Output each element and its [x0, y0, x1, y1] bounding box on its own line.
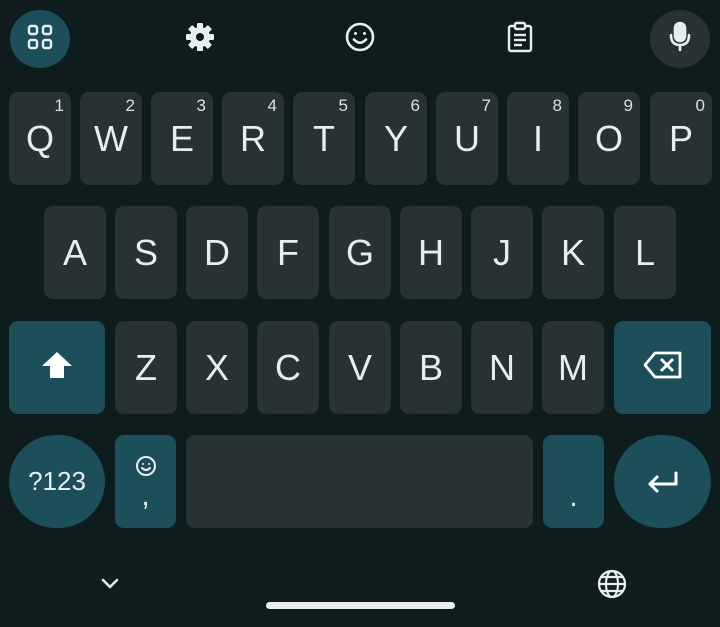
key-v[interactable]: V	[329, 321, 391, 414]
key-p[interactable]: P0	[650, 92, 712, 185]
key-l[interactable]: L	[614, 206, 676, 299]
key-s[interactable]: S	[115, 206, 177, 299]
key-number-hint: 9	[623, 96, 633, 115]
key-label: A	[62, 231, 87, 273]
key-label: J	[493, 231, 511, 273]
emoji-hint-icon	[135, 455, 157, 481]
key-label: P	[668, 117, 693, 159]
comma-key[interactable]: ,	[115, 435, 176, 528]
key-label: B	[418, 346, 443, 388]
key-label: E	[169, 117, 194, 159]
symbols-label: ?123	[28, 466, 86, 496]
clipboard-button[interactable]	[490, 10, 550, 68]
key-label: H	[418, 231, 444, 273]
key-x[interactable]: X	[186, 321, 248, 414]
microphone-icon	[668, 21, 692, 58]
key-label: U	[454, 117, 480, 159]
key-label: M	[558, 346, 588, 388]
key-number-hint: 3	[196, 96, 206, 115]
key-e[interactable]: E3	[151, 92, 213, 185]
key-u[interactable]: U7	[436, 92, 498, 185]
key-w[interactable]: W2	[80, 92, 142, 185]
key-label: V	[347, 346, 372, 388]
enter-arrow-icon	[646, 461, 680, 503]
key-q[interactable]: Q1	[9, 92, 71, 185]
key-a[interactable]: A	[44, 206, 106, 299]
comma-label: ,	[141, 478, 150, 512]
key-label: S	[133, 231, 158, 273]
key-n[interactable]: N	[471, 321, 533, 414]
key-r[interactable]: R4	[222, 92, 284, 185]
key-number-hint: 7	[481, 96, 491, 115]
shift-key[interactable]	[9, 321, 105, 414]
key-label: C	[275, 346, 301, 388]
symbols-key[interactable]: ?123	[9, 435, 105, 528]
globe-icon	[597, 569, 627, 604]
key-number-hint: 6	[410, 96, 420, 115]
spacebar[interactable]	[186, 435, 533, 528]
key-y[interactable]: Y6	[365, 92, 427, 185]
settings-button[interactable]	[170, 10, 230, 68]
backspace-key[interactable]	[614, 321, 711, 414]
gesture-nav-handle[interactable]	[266, 602, 455, 609]
language-switch-button[interactable]	[592, 568, 632, 604]
key-label: X	[204, 346, 229, 388]
key-d[interactable]: D	[186, 206, 248, 299]
key-f[interactable]: F	[257, 206, 319, 299]
key-label: N	[489, 346, 515, 388]
key-i[interactable]: I8	[507, 92, 569, 185]
apps-grid-icon	[27, 24, 53, 55]
key-label: T	[313, 117, 335, 159]
key-z[interactable]: Z	[115, 321, 177, 414]
key-label: O	[594, 117, 623, 159]
key-label: G	[345, 231, 374, 273]
key-g[interactable]: G	[329, 206, 391, 299]
key-m[interactable]: M	[542, 321, 604, 414]
key-o[interactable]: O9	[578, 92, 640, 185]
key-number-hint: 5	[338, 96, 348, 115]
period-label: .	[569, 480, 578, 513]
key-b[interactable]: B	[400, 321, 462, 414]
gear-icon	[185, 22, 215, 57]
key-label: I	[532, 117, 543, 159]
key-k[interactable]: K	[542, 206, 604, 299]
key-number-hint: 8	[552, 96, 562, 115]
key-c[interactable]: C	[257, 321, 319, 414]
clipboard-icon	[506, 21, 534, 58]
key-label: F	[277, 231, 299, 273]
emoji-button[interactable]	[330, 10, 390, 68]
key-label: Z	[135, 346, 157, 388]
enter-key[interactable]	[614, 435, 711, 528]
shift-arrow-icon	[40, 347, 74, 389]
key-number-hint: 2	[125, 96, 135, 115]
hide-keyboard-button[interactable]	[90, 570, 130, 602]
key-label: W	[94, 117, 128, 159]
apps-grid-button[interactable]	[10, 10, 70, 68]
key-label: Q	[25, 117, 54, 159]
chevron-down-icon	[100, 577, 120, 596]
key-j[interactable]: J	[471, 206, 533, 299]
emoji-icon	[344, 21, 376, 58]
key-t[interactable]: T5	[293, 92, 355, 185]
key-h[interactable]: H	[400, 206, 462, 299]
period-key[interactable]: .	[543, 435, 604, 528]
key-number-hint: 1	[54, 96, 64, 115]
key-label: R	[240, 117, 266, 159]
backspace-icon	[643, 347, 683, 389]
key-number-hint: 4	[267, 96, 277, 115]
key-label: D	[204, 231, 230, 273]
key-number-hint: 0	[695, 96, 705, 115]
voice-input-button[interactable]	[650, 10, 710, 68]
key-label: K	[560, 231, 585, 273]
key-label: Y	[383, 117, 408, 159]
key-label: L	[634, 231, 656, 273]
